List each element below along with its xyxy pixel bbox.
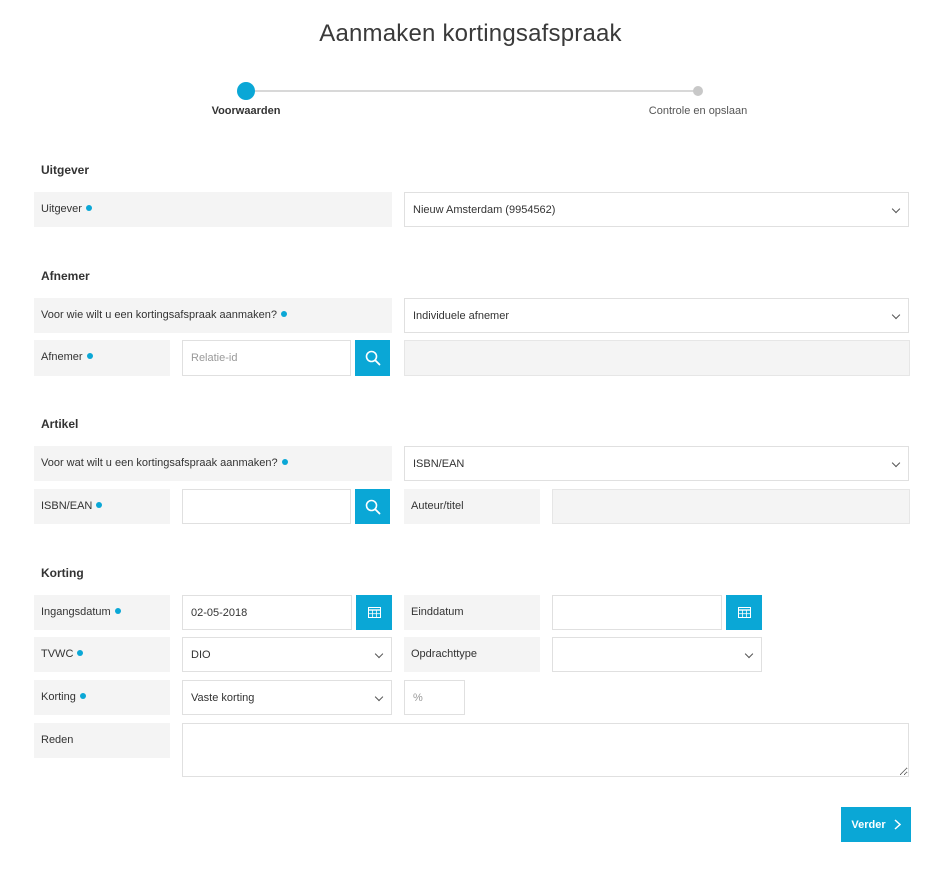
required-dot	[114, 608, 121, 614]
reden-label: Reden	[34, 723, 170, 758]
chevron-down-icon	[374, 692, 384, 702]
korting-label: Korting	[34, 680, 170, 715]
calendar-icon	[737, 607, 751, 618]
relatie-id-placeholder: Relatie-id	[191, 352, 238, 364]
voor-wie-label-text: Voor wie wilt u een kortingsafspraak aan…	[41, 309, 278, 321]
uitgever-label-text: Uitgever	[41, 203, 82, 215]
auteur-titel-label-text: Auteur/titel	[411, 500, 464, 512]
section-title-afnemer: Afnemer	[41, 269, 90, 283]
tvwc-label: TVWC	[34, 637, 170, 672]
tvwc-label-text: TVWC	[41, 648, 74, 660]
auteur-titel-label: Auteur/titel	[404, 489, 540, 524]
korting-type-value: Vaste korting	[191, 692, 255, 704]
required-dot	[96, 502, 103, 508]
section-title-uitgever: Uitgever	[41, 163, 90, 177]
isbn-label-text: ISBN/EAN	[41, 500, 93, 512]
calendar-icon	[367, 607, 381, 618]
afnemer-name-display	[404, 340, 910, 376]
step-label-controle: Controle en opslaan	[648, 105, 748, 117]
uitgever-label: Uitgever	[34, 192, 392, 227]
required-dot	[281, 311, 288, 317]
search-icon	[365, 350, 380, 366]
chevron-down-icon	[891, 458, 901, 468]
einddatum-label: Einddatum	[404, 595, 540, 630]
isbn-input[interactable]	[182, 489, 351, 524]
ingangsdatum-input[interactable]: 02-05-2018	[182, 595, 352, 630]
voor-wie-select-value: Individuele afnemer	[413, 310, 510, 322]
required-dot	[281, 459, 288, 465]
ingangsdatum-label-text: Ingangsdatum	[41, 606, 111, 618]
einddatum-calendar-button[interactable]	[726, 595, 762, 630]
chevron-down-icon	[891, 204, 901, 214]
korting-percent-input[interactable]: %	[404, 680, 465, 715]
reden-textarea[interactable]	[182, 723, 909, 777]
afnemer-search-button[interactable]	[355, 340, 390, 376]
korting-type-select[interactable]: Vaste korting	[182, 680, 392, 715]
einddatum-input[interactable]	[552, 595, 722, 630]
opdrachttype-select[interactable]	[552, 637, 762, 672]
page-title: Aanmaken kortingsafspraak	[319, 20, 622, 47]
opdrachttype-label-text: Opdrachttype	[411, 648, 478, 660]
tvwc-select[interactable]: DIO	[182, 637, 392, 672]
required-dot	[79, 693, 86, 699]
required-dot	[85, 205, 92, 211]
ingangsdatum-calendar-button[interactable]	[356, 595, 392, 630]
section-title-artikel: Artikel	[41, 417, 79, 431]
chevron-down-icon	[374, 649, 384, 659]
auteur-titel-display	[552, 489, 910, 524]
ingangsdatum-label: Ingangsdatum	[34, 595, 170, 630]
chevron-right-icon	[894, 819, 901, 830]
voor-wat-label-text: Voor wat wilt u een kortingsafspraak aan…	[41, 457, 278, 469]
chevron-down-icon	[744, 649, 754, 659]
step-label-voorwaarden: Voorwaarden	[211, 105, 281, 117]
opdrachttype-label: Opdrachttype	[404, 637, 540, 672]
voor-wat-label: Voor wat wilt u een kortingsafspraak aan…	[34, 446, 392, 481]
isbn-label: ISBN/EAN	[34, 489, 170, 524]
uitgever-select-value: Nieuw Amsterdam (9954562)	[413, 204, 556, 216]
step-indicator-voorwaarden	[237, 82, 255, 100]
required-dot	[86, 353, 93, 359]
uitgever-select[interactable]: Nieuw Amsterdam (9954562)	[404, 192, 909, 227]
einddatum-label-text: Einddatum	[411, 606, 464, 618]
korting-percent-placeholder: %	[413, 692, 423, 704]
isbn-search-button[interactable]	[355, 489, 390, 524]
relatie-id-input[interactable]: Relatie-id	[182, 340, 351, 376]
search-icon	[365, 499, 380, 514]
afnemer-label: Afnemer	[34, 340, 170, 376]
voor-wie-label: Voor wie wilt u een kortingsafspraak aan…	[34, 298, 392, 333]
required-dot	[77, 650, 84, 656]
section-title-korting: Korting	[41, 566, 84, 580]
reden-label-text: Reden	[41, 734, 74, 746]
chevron-down-icon	[891, 310, 901, 320]
voor-wat-select[interactable]: ISBN/EAN	[404, 446, 909, 481]
afnemer-label-text: Afnemer	[41, 351, 83, 363]
step-indicator-controle	[693, 86, 703, 96]
voor-wat-select-value: ISBN/EAN	[413, 458, 465, 470]
tvwc-select-value: DIO	[191, 649, 211, 661]
korting-label-text: Korting	[41, 691, 76, 703]
verder-button[interactable]: Verder	[841, 807, 911, 842]
ingangsdatum-value: 02-05-2018	[191, 607, 248, 619]
voor-wie-select[interactable]: Individuele afnemer	[404, 298, 909, 333]
verder-button-label: Verder	[851, 818, 886, 831]
stepper-track	[246, 90, 699, 92]
